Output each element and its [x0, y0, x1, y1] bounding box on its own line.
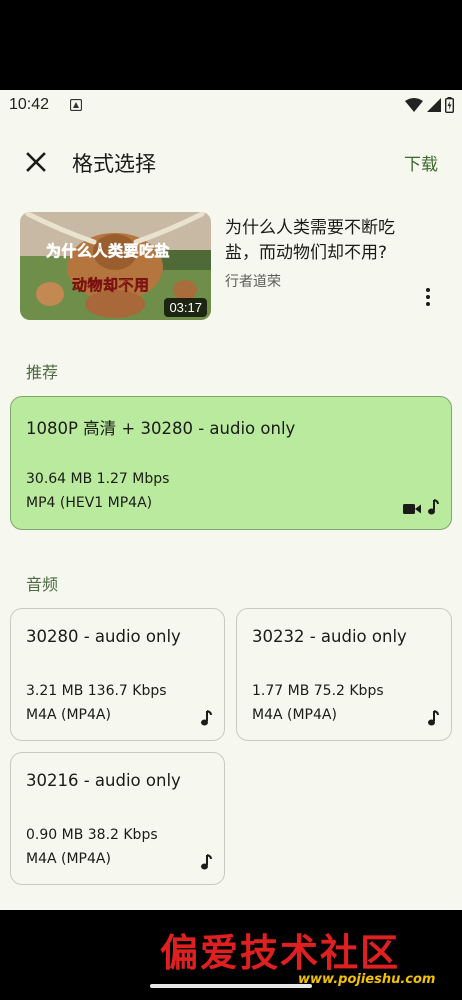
- audio-format-card[interactable]: 30216 - audio only 0.90 MB 38.2 Kbps M4A…: [10, 752, 225, 885]
- watermark-url: www.pojieshu.com: [298, 972, 436, 987]
- format-size-bitrate: 1.77 MB 75.2 Kbps: [252, 683, 384, 699]
- music-note-icon: [201, 710, 212, 726]
- watermark-logo: 偏爱技术社区: [160, 930, 401, 975]
- recommended-format-card[interactable]: 1080P 高清 + 30280 - audio only 30.64 MB 1…: [10, 396, 452, 530]
- video-author: 行者道荣: [225, 274, 281, 290]
- format-title: 1080P 高清 + 30280 - audio only: [26, 419, 296, 438]
- format-icons: [200, 710, 212, 726]
- format-title: 30280 - audio only: [26, 627, 181, 646]
- notification-icon: [70, 99, 82, 111]
- signal-icon: [427, 98, 441, 112]
- status-bar: 10:42: [0, 90, 462, 122]
- music-note-icon: [428, 499, 439, 515]
- app-bar: 格式选择 下载: [0, 134, 462, 190]
- video-duration: 03:17: [164, 298, 207, 317]
- status-icons: [405, 97, 454, 113]
- bottom-black-bar: 偏爱技术社区 www.pojieshu.com: [0, 910, 462, 1000]
- format-icons: [403, 499, 439, 515]
- download-button[interactable]: 下载: [404, 150, 438, 175]
- video-title: 为什么人类需要不断吃盐，而动物们却不用?: [225, 218, 395, 263]
- music-note-icon: [428, 710, 439, 726]
- format-codec: M4A (MP4A): [26, 707, 111, 723]
- format-icons: [427, 710, 439, 726]
- page-title: 格式选择: [72, 152, 156, 176]
- format-codec: MP4 (HEV1 MP4A): [26, 495, 153, 511]
- format-size-bitrate: 0.90 MB 38.2 Kbps: [26, 827, 158, 843]
- format-codec: M4A (MP4A): [26, 851, 111, 867]
- more-options-icon[interactable]: [420, 286, 436, 308]
- video-info: 为什么人类要吃盐 动物却不用 03:17 为什么人类需要不断吃盐，而动物们却不用…: [20, 212, 442, 320]
- format-icons: [200, 854, 212, 870]
- format-size-bitrate: 3.21 MB 136.7 Kbps: [26, 683, 167, 699]
- wifi-icon: [405, 98, 423, 112]
- video-thumbnail[interactable]: 为什么人类要吃盐 动物却不用 03:17: [20, 212, 211, 320]
- app-screen: 10:42 格式选择 下载 为什么人类要吃盐 动物却不用 03:17 为什么人类…: [0, 90, 462, 910]
- format-title: 30232 - audio only: [252, 627, 407, 646]
- battery-icon: [445, 97, 454, 113]
- format-size-bitrate: 30.64 MB 1.27 Mbps: [26, 471, 170, 487]
- gesture-nav-handle[interactable]: [150, 984, 312, 988]
- video-icon: [403, 504, 421, 514]
- format-codec: M4A (MP4A): [252, 707, 337, 723]
- audio-format-card[interactable]: 30280 - audio only 3.21 MB 136.7 Kbps M4…: [10, 608, 225, 741]
- status-time: 10:42: [9, 96, 50, 113]
- format-title: 30216 - audio only: [26, 771, 181, 790]
- music-note-icon: [201, 854, 212, 870]
- top-black-bar: [0, 0, 462, 90]
- thumbnail-caption-2: 动物却不用: [72, 276, 150, 295]
- thumbnail-caption-1: 为什么人类要吃盐: [46, 242, 171, 261]
- section-audio: 音频: [26, 575, 59, 594]
- section-recommended: 推荐: [26, 363, 59, 382]
- audio-format-card[interactable]: 30232 - audio only 1.77 MB 75.2 Kbps M4A…: [236, 608, 452, 741]
- close-icon[interactable]: [22, 148, 50, 176]
